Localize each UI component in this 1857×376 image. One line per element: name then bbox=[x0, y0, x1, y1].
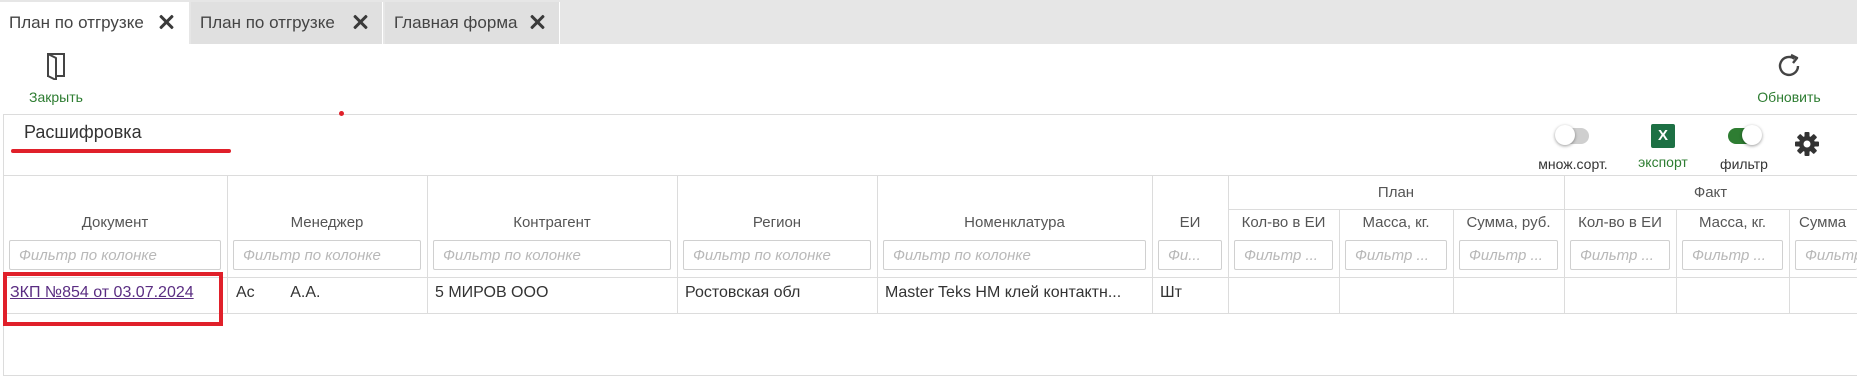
column-header-unit[interactable]: ЕИ bbox=[1152, 214, 1228, 231]
filter-input-plan-qty[interactable]: Фильтр ... bbox=[1234, 240, 1333, 270]
filter-input-counterparty[interactable]: Фильтр по колонке bbox=[433, 240, 671, 270]
column-header-fact-mass[interactable]: Масса, кг. bbox=[1676, 214, 1789, 231]
close-button-label: Закрыть bbox=[14, 89, 98, 105]
column-header-region[interactable]: Регион bbox=[677, 214, 877, 231]
title-underline bbox=[11, 149, 231, 153]
tab-label: План по отгрузке bbox=[9, 13, 144, 33]
filter-input-nomenclature[interactable]: Фильтр по колонке bbox=[883, 240, 1146, 270]
cell-nomenclature: Master Teks HM клей контактн... bbox=[885, 284, 1147, 302]
refresh-button-label: Обновить bbox=[1745, 89, 1833, 105]
multisort-switch[interactable] bbox=[1557, 128, 1589, 144]
tab-label: Главная форма bbox=[394, 13, 517, 33]
cell-unit: Шт bbox=[1160, 284, 1222, 302]
export-button[interactable]: X экспорт bbox=[1628, 124, 1698, 170]
filter-input-document[interactable]: Фильтр по колонке bbox=[9, 240, 221, 270]
filter-input-plan-sum[interactable]: Фильтр ... bbox=[1459, 240, 1558, 270]
column-header-fact-sum[interactable]: Сумма bbox=[1789, 214, 1857, 231]
column-header-plan-sum[interactable]: Сумма, руб. bbox=[1453, 214, 1564, 231]
column-header-nomenclature[interactable]: Номенклатура bbox=[877, 214, 1152, 231]
filter-switch[interactable] bbox=[1728, 128, 1760, 144]
close-icon[interactable] bbox=[529, 14, 545, 30]
column-header-document[interactable]: Документ bbox=[3, 214, 227, 231]
column-header-fact-qty[interactable]: Кол-во в ЕИ bbox=[1564, 214, 1676, 231]
multisort-label: множ.сорт. bbox=[1532, 156, 1614, 172]
group-header-plan: План bbox=[1228, 184, 1564, 201]
filter-label: фильтр bbox=[1712, 156, 1776, 172]
tab-bar: План по отгрузке План по отгрузке Главна… bbox=[0, 0, 1857, 44]
filter-input-unit[interactable]: Фи... bbox=[1158, 240, 1222, 270]
multisort-toggle[interactable]: множ.сорт. bbox=[1532, 128, 1614, 172]
panel-title: Расшифровка bbox=[24, 122, 142, 143]
close-icon[interactable] bbox=[158, 14, 174, 30]
filter-toggle[interactable]: фильтр bbox=[1712, 128, 1776, 172]
tab-shipment-plan-active[interactable]: План по отгрузке bbox=[0, 2, 189, 44]
cell-counterparty: 5 МИРОВ ООО bbox=[435, 284, 671, 302]
cell-region: Ростовская обл bbox=[685, 284, 871, 302]
column-header-counterparty[interactable]: Контрагент bbox=[427, 214, 677, 231]
group-header-fact: Факт bbox=[1564, 184, 1857, 201]
door-icon bbox=[45, 52, 67, 80]
filter-input-fact-sum[interactable]: Фильтр ... bbox=[1795, 240, 1857, 270]
highlight-box bbox=[3, 272, 223, 326]
column-header-plan-qty[interactable]: Кол-во в ЕИ bbox=[1228, 214, 1339, 231]
tab-label: План по отгрузке bbox=[200, 13, 335, 33]
refresh-button[interactable]: Обновить bbox=[1745, 52, 1833, 105]
filter-input-plan-mass[interactable]: Фильтр ... bbox=[1345, 240, 1447, 270]
filter-input-region[interactable]: Фильтр по колонке bbox=[683, 240, 871, 270]
close-button[interactable]: Закрыть bbox=[14, 52, 98, 105]
refresh-icon bbox=[1775, 52, 1803, 80]
tab-main-form[interactable]: Главная форма bbox=[385, 2, 560, 44]
gear-icon bbox=[1794, 131, 1820, 157]
excel-icon: X bbox=[1651, 124, 1675, 148]
filter-input-manager[interactable]: Фильтр по колонке bbox=[233, 240, 421, 270]
export-label: экспорт bbox=[1628, 154, 1698, 170]
settings-button[interactable] bbox=[1794, 131, 1820, 162]
filter-input-fact-qty[interactable]: Фильтр ... bbox=[1570, 240, 1670, 270]
column-header-plan-mass[interactable]: Масса, кг. bbox=[1339, 214, 1453, 231]
cell-manager: Ас А.А. bbox=[236, 284, 421, 302]
tab-shipment-plan[interactable]: План по отгрузке bbox=[191, 2, 383, 44]
annotation-dot bbox=[339, 111, 344, 116]
close-icon[interactable] bbox=[352, 14, 368, 30]
filter-input-fact-mass[interactable]: Фильтр ... bbox=[1682, 240, 1783, 270]
column-header-manager[interactable]: Менеджер bbox=[227, 214, 427, 231]
